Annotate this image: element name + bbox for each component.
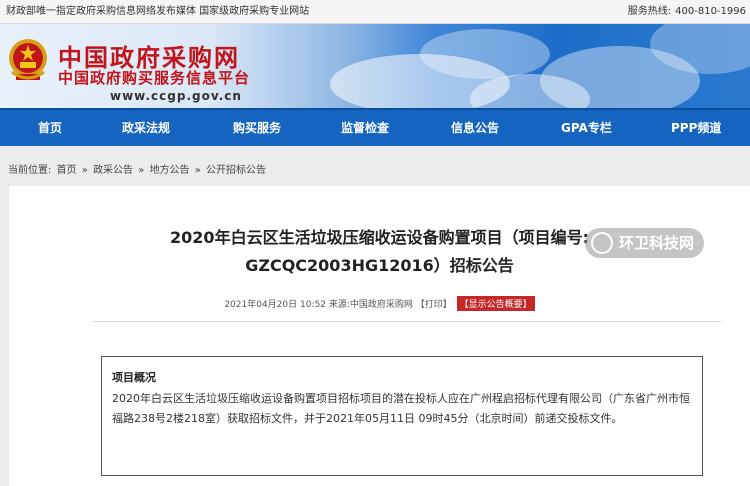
brand-secondary: 中国政府购买服务信息平台: [58, 69, 251, 87]
nav-item-regulations[interactable]: 政采法规: [122, 110, 170, 146]
nav-item-supervision[interactable]: 监督检查: [341, 110, 389, 146]
nav-item-home[interactable]: 首页: [38, 110, 62, 146]
breadcrumb-separator: »: [138, 165, 145, 176]
hotline-number: 400-810-1996: [675, 6, 746, 17]
source-name: 中国政府采购网: [349, 300, 413, 310]
breadcrumb-prefix: 当前位置:: [8, 165, 52, 176]
nav-item-gpa[interactable]: GPA专栏: [561, 110, 612, 146]
hotline-label: 服务热线:: [627, 6, 672, 17]
article-meta: 2021年04月20日 10:52 来源:中国政府采购网 【打印】 【显示公告概…: [9, 296, 750, 311]
watermark: 环卫科技网: [585, 228, 705, 258]
project-overview-box: 项目概况 2020年白云区生活垃圾压缩收运设备购置项目招标项目的潜在投标人应在广…: [101, 356, 703, 476]
breadcrumb-item-local[interactable]: 地方公告: [150, 165, 190, 176]
nav-item-purchase-services[interactable]: 购买服务: [233, 110, 281, 146]
print-link[interactable]: 【打印】: [416, 300, 452, 310]
nav-item-ppp[interactable]: PPP频道: [671, 110, 721, 146]
hotline: 服务热线: 400-810-1996: [628, 0, 746, 24]
site-tagline: 财政部唯一指定政府采购信息网络发布媒体 国家级政府采购专业网站: [6, 6, 310, 17]
site-url: www.ccgp.gov.cn: [110, 89, 242, 103]
watermark-text: 环卫科技网: [619, 234, 695, 252]
overview-body: 2020年白云区生活垃圾压缩收运设备购置项目招标项目的潜在投标人应在广州程启招标…: [112, 392, 690, 425]
breadcrumb-item-tender[interactable]: 公开招标公告: [206, 165, 266, 176]
breadcrumb-item-home[interactable]: 首页: [57, 165, 77, 176]
main-nav: 首页 政采法规 购买服务 监督检查 信息公告 GPA专栏 PPP频道: [0, 108, 750, 146]
breadcrumb-item-announcements[interactable]: 政采公告: [93, 165, 133, 176]
show-summary-button[interactable]: 【显示公告概要】: [456, 296, 535, 311]
breadcrumb-separator: »: [81, 165, 88, 176]
breadcrumb-separator: »: [194, 165, 201, 176]
site-banner: 中国政府采购网 中国政府购买服务信息平台 www.ccgp.gov.cn: [0, 24, 750, 108]
divider: [93, 321, 721, 322]
publish-date: 2021年04月20日 10:52: [224, 300, 326, 310]
nav-item-announcements[interactable]: 信息公告: [451, 110, 499, 146]
top-bar: 财政部唯一指定政府采购信息网络发布媒体 国家级政府采购专业网站 服务热线: 400…: [0, 0, 750, 24]
national-emblem-icon: [9, 39, 47, 80]
source-label: 来源:: [328, 300, 350, 310]
watermark-logo-icon: [591, 232, 613, 254]
breadcrumb: 当前位置: 首页 » 政采公告 » 地方公告 » 公开招标公告: [0, 156, 750, 186]
overview-heading: 项目概况: [112, 371, 156, 384]
